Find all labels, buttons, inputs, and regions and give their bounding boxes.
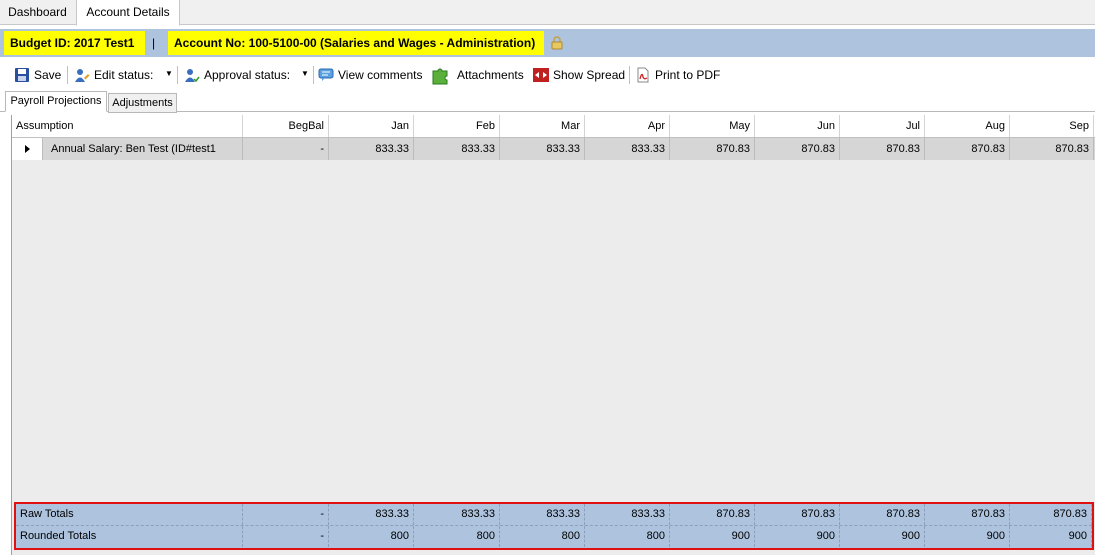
col-header-jan[interactable]: Jan bbox=[329, 115, 414, 137]
toolbar-divider bbox=[629, 66, 630, 84]
puzzle-icon bbox=[432, 68, 448, 85]
raw-total-aug: 870.83 bbox=[925, 504, 1010, 525]
cell-feb[interactable]: 833.33 bbox=[414, 138, 500, 160]
raw-total-sep: 870.83 bbox=[1010, 504, 1092, 525]
raw-total-may: 870.83 bbox=[670, 504, 755, 525]
lock-icon bbox=[551, 36, 563, 50]
user-edit-icon bbox=[75, 68, 90, 82]
attachments-label: Attachments bbox=[457, 67, 524, 82]
raw-total-jun: 870.83 bbox=[755, 504, 840, 525]
raw-total-begbal: - bbox=[243, 504, 329, 525]
grid-header: Assumption BegBal Jan Feb Mar Apr May Ju… bbox=[12, 115, 1095, 138]
toolbar-divider bbox=[67, 66, 68, 84]
spread-arrows-icon bbox=[533, 67, 549, 82]
col-header-may[interactable]: May bbox=[670, 115, 755, 137]
cell-mar[interactable]: 833.33 bbox=[500, 138, 585, 160]
col-header-jul[interactable]: Jul bbox=[840, 115, 925, 137]
rounded-total-jun: 900 bbox=[755, 526, 840, 547]
col-header-sep[interactable]: Sep bbox=[1010, 115, 1094, 137]
approval-status-dropdown[interactable]: Approval status: bbox=[184, 64, 290, 84]
info-bar: Budget ID: 2017 Test1 | Account No: 100-… bbox=[0, 29, 1095, 57]
approval-status-label: Approval status: bbox=[204, 67, 291, 82]
tab-payroll-projections[interactable]: Payroll Projections bbox=[5, 91, 107, 112]
col-header-mar[interactable]: Mar bbox=[500, 115, 585, 137]
show-spread-label: Show Spread bbox=[553, 67, 626, 82]
rounded-totals-label: Rounded Totals bbox=[16, 526, 243, 547]
raw-total-jul: 870.83 bbox=[840, 504, 925, 525]
col-header-begbal[interactable]: BegBal bbox=[243, 115, 329, 137]
raw-total-feb: 833.33 bbox=[414, 504, 500, 525]
totals-highlight: Raw Totals - 833.33 833.33 833.33 833.33… bbox=[14, 502, 1094, 550]
raw-total-apr: 833.33 bbox=[585, 504, 670, 525]
edit-status-dropdown[interactable]: Edit status: bbox=[74, 64, 153, 84]
rounded-total-jan: 800 bbox=[329, 526, 414, 547]
rounded-total-aug: 900 bbox=[925, 526, 1010, 547]
rounded-total-jul: 900 bbox=[840, 526, 925, 547]
toolbar-divider bbox=[313, 66, 314, 84]
rounded-total-sep: 900 bbox=[1010, 526, 1092, 547]
expand-arrow-icon bbox=[25, 145, 30, 153]
toolbar-divider bbox=[177, 66, 178, 84]
inner-tab-strip: Payroll Projections Adjustments bbox=[0, 91, 1095, 113]
cell-begbal[interactable]: - bbox=[243, 138, 329, 160]
print-pdf-label: Print to PDF bbox=[655, 67, 721, 82]
col-header-aug[interactable]: Aug bbox=[925, 115, 1010, 137]
cell-jul[interactable]: 870.83 bbox=[840, 138, 925, 160]
rounded-total-may: 900 bbox=[670, 526, 755, 547]
rounded-total-mar: 800 bbox=[500, 526, 585, 547]
pdf-icon bbox=[637, 67, 649, 83]
cell-jun[interactable]: 870.83 bbox=[755, 138, 840, 160]
top-tab-strip: Dashboard Account Details bbox=[0, 0, 1095, 26]
print-pdf-button[interactable]: Print to PDF bbox=[635, 64, 720, 84]
budget-id-badge: Budget ID: 2017 Test1 bbox=[4, 31, 145, 55]
payroll-grid: Assumption BegBal Jan Feb Mar Apr May Ju… bbox=[11, 115, 1095, 555]
toolbar: Save Edit status: ▼ Approval status: ▼ V… bbox=[0, 60, 1095, 88]
cell-apr[interactable]: 833.33 bbox=[585, 138, 670, 160]
view-comments-label: View comments bbox=[338, 67, 423, 82]
view-comments-button[interactable]: View comments bbox=[318, 64, 422, 84]
show-spread-button[interactable]: Show Spread bbox=[533, 64, 625, 84]
save-icon bbox=[15, 67, 29, 82]
chevron-down-icon[interactable]: ▼ bbox=[165, 64, 173, 84]
raw-total-mar: 833.33 bbox=[500, 504, 585, 525]
user-approve-icon bbox=[185, 68, 200, 82]
row-expander[interactable] bbox=[12, 138, 43, 160]
info-separator: | bbox=[152, 36, 156, 50]
cell-jan[interactable]: 833.33 bbox=[329, 138, 414, 160]
rounded-totals-row: Rounded Totals - 800 800 800 800 900 900… bbox=[16, 526, 1092, 547]
tab-account-details[interactable]: Account Details bbox=[76, 0, 180, 26]
comment-icon bbox=[318, 68, 334, 81]
col-header-apr[interactable]: Apr bbox=[585, 115, 670, 137]
chevron-down-icon[interactable]: ▼ bbox=[301, 64, 309, 84]
tab-dashboard[interactable]: Dashboard bbox=[0, 0, 75, 24]
cell-aug[interactable]: 870.83 bbox=[925, 138, 1010, 160]
save-button[interactable]: Save bbox=[14, 64, 61, 84]
raw-total-jan: 833.33 bbox=[329, 504, 414, 525]
save-label: Save bbox=[34, 67, 62, 82]
cell-sep[interactable]: 870.83 bbox=[1010, 138, 1094, 160]
rounded-total-begbal: - bbox=[243, 526, 329, 547]
raw-totals-label: Raw Totals bbox=[16, 504, 243, 525]
cell-may[interactable]: 870.83 bbox=[670, 138, 755, 160]
col-header-assumption[interactable]: Assumption bbox=[12, 115, 243, 137]
account-no-badge: Account No: 100-5100-00 (Salaries and Wa… bbox=[168, 31, 544, 55]
cell-assumption[interactable]: Annual Salary: Ben Test (ID#test1 bbox=[43, 138, 243, 160]
attachments-button[interactable]: Attachments bbox=[431, 64, 524, 85]
table-row[interactable]: Annual Salary: Ben Test (ID#test1 - 833.… bbox=[12, 138, 1095, 160]
edit-status-label: Edit status: bbox=[94, 67, 154, 82]
col-header-feb[interactable]: Feb bbox=[414, 115, 500, 137]
rounded-total-apr: 800 bbox=[585, 526, 670, 547]
col-header-jun[interactable]: Jun bbox=[755, 115, 840, 137]
tab-adjustments[interactable]: Adjustments bbox=[108, 93, 177, 113]
raw-totals-row: Raw Totals - 833.33 833.33 833.33 833.33… bbox=[16, 504, 1092, 526]
rounded-total-feb: 800 bbox=[414, 526, 500, 547]
